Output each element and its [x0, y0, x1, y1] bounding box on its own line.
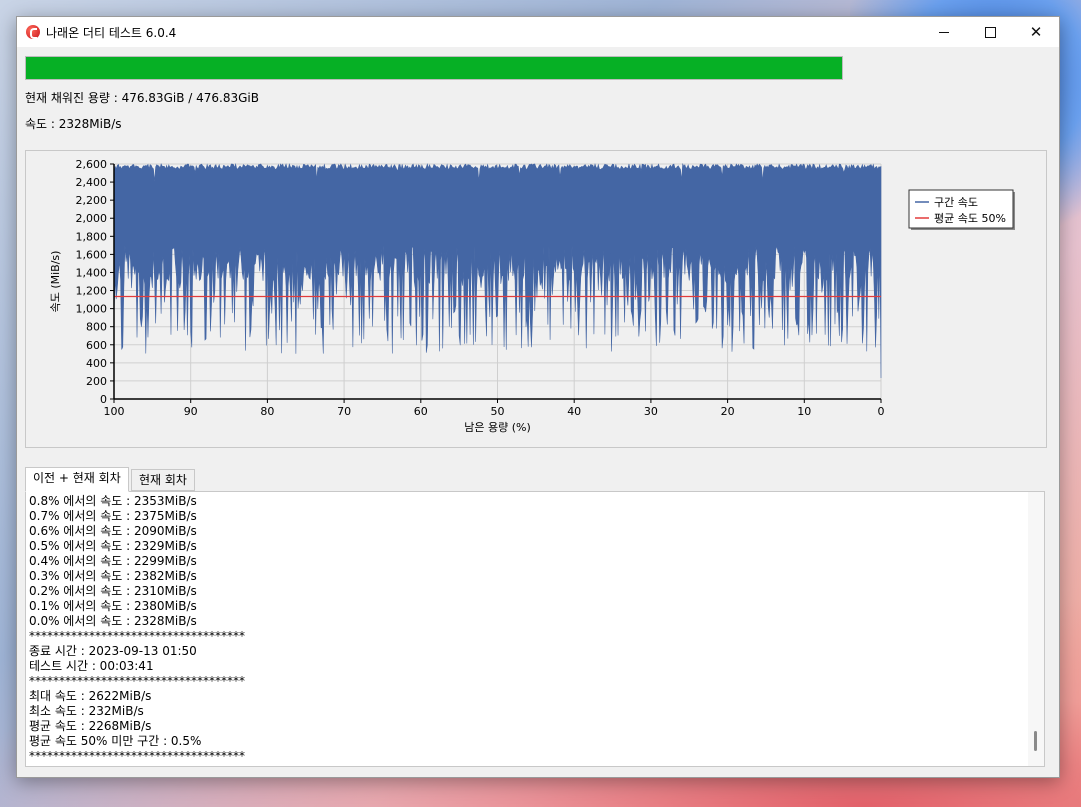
- scrollbar-thumb[interactable]: [1034, 731, 1037, 751]
- y-tick-label: 2,000: [76, 212, 108, 225]
- log-line: 최대 속도 : 2622MiB/s: [29, 689, 152, 703]
- y-tick-label: 1,000: [76, 303, 108, 316]
- log-line: 0.1% 에서의 속도 : 2380MiB/s: [29, 599, 197, 613]
- y-tick-label: 800: [86, 321, 107, 334]
- y-tick-label: 2,400: [76, 176, 108, 189]
- x-tick-label: 90: [184, 405, 198, 418]
- legend-entry: 평균 속도 50%: [934, 212, 1006, 225]
- y-tick-label: 1,800: [76, 230, 108, 243]
- log-line: 평균 속도 : 2268MiB/s: [29, 719, 152, 733]
- x-tick-label: 70: [337, 405, 351, 418]
- window-title: 나래온 더티 테스트 6.0.4: [46, 26, 177, 40]
- x-tick-label: 30: [644, 405, 658, 418]
- maximize-icon: [984, 26, 996, 38]
- tab-label: 현재 회차: [139, 473, 187, 487]
- log-line: ************************************: [29, 629, 245, 643]
- x-tick-label: 50: [491, 405, 505, 418]
- x-tick-label: 100: [104, 405, 125, 418]
- x-tick-label: 10: [797, 405, 811, 418]
- log-line: 최소 속도 : 232MiB/s: [29, 704, 144, 718]
- y-tick-label: 1,400: [76, 266, 108, 279]
- log-line: 0.0% 에서의 속도 : 2328MiB/s: [29, 614, 197, 628]
- log-lines: 0.8% 에서의 속도 : 2353MiB/s 0.7% 에서의 속도 : 237…: [29, 494, 245, 764]
- progress-fill: [26, 57, 842, 79]
- log-line: 평균 속도 50% 미만 구간 : 0.5%: [29, 734, 202, 748]
- y-tick-label: 200: [86, 375, 107, 388]
- app-logo-icon: [26, 25, 40, 39]
- filled-capacity-label: 현재 채워진 용량 : 476.83GiB / 476.83GiB: [25, 91, 259, 105]
- tab-label: 이전 + 현재 회차: [33, 471, 121, 485]
- tab-current[interactable]: 현재 회차: [131, 469, 195, 491]
- minimize-button[interactable]: [921, 17, 967, 47]
- x-tick-label: 40: [567, 405, 581, 418]
- x-tick-label: 80: [260, 405, 274, 418]
- log-line: 0.4% 에서의 속도 : 2299MiB/s: [29, 554, 197, 568]
- tab-previous-and-current[interactable]: 이전 + 현재 회차: [25, 467, 129, 492]
- log-line: 0.5% 에서의 속도 : 2329MiB/s: [29, 539, 197, 553]
- x-tick-label: 0: [878, 405, 885, 418]
- legend-entry: 구간 속도: [934, 196, 978, 209]
- test-progress-bar: [25, 56, 843, 80]
- log-line: ************************************: [29, 674, 245, 688]
- x-tick-label: 20: [721, 405, 735, 418]
- close-icon: ✕: [1029, 23, 1043, 41]
- log-line: 0.2% 에서의 속도 : 2310MiB/s: [29, 584, 197, 598]
- app-window: 나래온 더티 테스트 6.0.4 ✕ 현재 채워진 용량 : 476.83GiB…: [16, 16, 1060, 778]
- log-line: 0.7% 에서의 속도 : 2375MiB/s: [29, 509, 197, 523]
- log-line: 0.6% 에서의 속도 : 2090MiB/s: [29, 524, 197, 538]
- log-line: 종료 시간 : 2023-09-13 01:50: [29, 644, 197, 658]
- y-tick-label: 1,600: [76, 248, 108, 261]
- y-tick-label: 2,200: [76, 194, 108, 207]
- y-tick-label: 2,600: [76, 158, 108, 171]
- log-line: ************************************: [29, 749, 245, 763]
- log-line: 0.8% 에서의 속도 : 2353MiB/s: [29, 494, 197, 508]
- x-axis-label: 남은 용량 (%): [464, 421, 531, 434]
- y-tick-label: 600: [86, 339, 107, 352]
- y-tick-label: 1,200: [76, 285, 108, 298]
- speed-chart-panel: 0 200 400 600 800 1,000 1,200 1,400 1,600 1,800 2,…: [25, 150, 1047, 448]
- minimize-icon: [939, 31, 949, 33]
- log-line: 0.3% 에서의 속도 : 2382MiB/s: [29, 569, 197, 583]
- x-tick-label: 60: [414, 405, 428, 418]
- maximize-button[interactable]: [967, 17, 1013, 47]
- y-tick-label: 400: [86, 357, 107, 370]
- title-bar[interactable]: 나래온 더티 테스트 6.0.4 ✕: [17, 17, 1059, 47]
- log-scrollbar[interactable]: [1028, 492, 1044, 766]
- close-button[interactable]: ✕: [1013, 17, 1059, 47]
- log-line: 테스트 시간 : 00:03:41: [29, 659, 154, 673]
- log-textbox[interactable]: 0.8% 에서의 속도 : 2353MiB/s 0.7% 에서의 속도 : 237…: [25, 491, 1045, 767]
- y-axis-label: 속도 (MiB/s): [49, 251, 62, 313]
- speed-chart: 0 200 400 600 800 1,000 1,200 1,400 1,600 1,800 2,…: [49, 158, 1015, 434]
- current-speed-label: 속도 : 2328MiB/s: [25, 117, 122, 131]
